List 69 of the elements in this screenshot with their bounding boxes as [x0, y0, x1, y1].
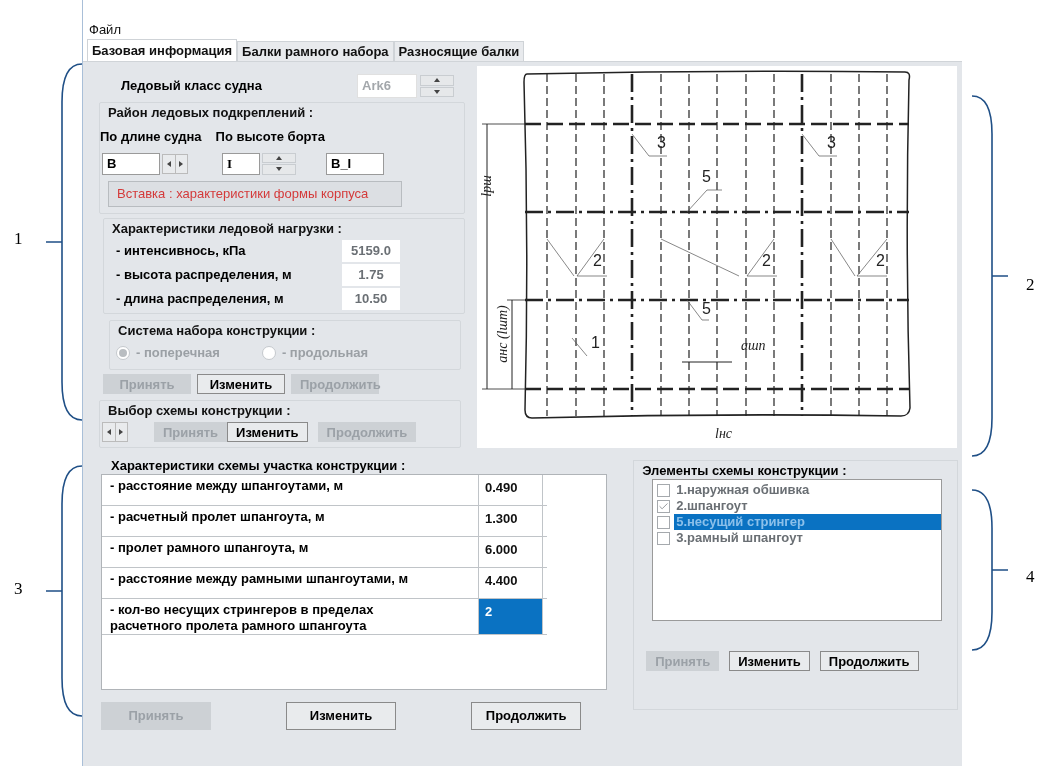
- length-zone-field[interactable]: B: [102, 152, 160, 175]
- action-button[interactable]: Продолжить: [819, 651, 919, 671]
- zone-result-field[interactable]: B_I: [326, 152, 384, 175]
- down-arrow-icon: [276, 167, 282, 172]
- field-label: По длине судна: [100, 128, 202, 146]
- action-button[interactable]: Изменить: [227, 421, 308, 442]
- diagram-label: 5: [702, 168, 711, 185]
- left-arrow-icon: [166, 160, 171, 167]
- parameter-value[interactable]: 2: [479, 599, 543, 634]
- section-title: Характеристики схемы участка конструкции :: [110, 457, 407, 474]
- radio-button[interactable]: [116, 345, 130, 360]
- diagram-label: 2: [762, 252, 771, 269]
- load-value-field[interactable]: 5159.0: [342, 239, 400, 262]
- load-label: - высота распределения, м: [116, 265, 293, 284]
- callout-number: 4: [1026, 566, 1035, 588]
- load-label: - интенсивнось, кПа: [116, 241, 247, 260]
- diagram-label: 1: [591, 334, 600, 351]
- action-button[interactable]: Изменить: [729, 651, 810, 671]
- group-title: Район ледовых подкреплений :: [107, 104, 315, 122]
- radio-label: - поперечная: [136, 343, 220, 362]
- action-button[interactable]: Изменить: [197, 373, 285, 394]
- up-arrow-icon: [276, 155, 282, 160]
- callout-number: 3: [14, 578, 23, 600]
- height-zone-field[interactable]: I: [222, 152, 260, 175]
- checkbox[interactable]: [657, 531, 671, 545]
- field-label: Ледовый класс судна: [121, 77, 263, 96]
- diagram-label: lрш: [479, 175, 494, 197]
- left-arrow-icon: [106, 428, 111, 435]
- callout-number: 2: [1026, 274, 1035, 296]
- radio-label: - продольная: [281, 343, 369, 362]
- checkbox[interactable]: [657, 499, 671, 513]
- diagram-label: aнс (lшт): [495, 305, 510, 363]
- diagram-label: 3: [657, 134, 666, 151]
- tab[interactable]: Базовая информация: [87, 39, 238, 61]
- right-arrow-icon: [119, 428, 124, 435]
- menu-item[interactable]: Файл: [89, 20, 121, 40]
- diagram-label: 2: [593, 252, 602, 269]
- right-arrow-icon: [179, 160, 184, 167]
- notice-label: Вставка : характеристики формы корпуса: [108, 180, 402, 207]
- group-title: Выбор схемы конструкции :: [107, 401, 292, 420]
- diagram-label: 3: [827, 134, 836, 151]
- list-item[interactable]: 1.наружная обшивка: [674, 482, 810, 498]
- horizontal-spinner[interactable]: [162, 153, 188, 174]
- tab[interactable]: Балки рамного набора: [237, 41, 394, 61]
- radio-button[interactable]: [261, 345, 276, 360]
- vertical-spinner[interactable]: [420, 75, 454, 97]
- down-arrow-icon: [434, 89, 440, 94]
- group-title: Система набора конструкции :: [117, 321, 317, 340]
- action-button[interactable]: Продолжить: [471, 702, 582, 730]
- group-title: Элементы схемы конструкции :: [641, 462, 848, 479]
- list-item[interactable]: 2.шпангоут: [674, 498, 748, 514]
- checkbox[interactable]: [657, 515, 671, 529]
- load-value-field[interactable]: 10.50: [342, 287, 400, 310]
- diagram-label: 2: [876, 252, 885, 269]
- diagram-label: lнс: [715, 426, 733, 441]
- checkbox[interactable]: [657, 483, 671, 497]
- load-label: - длина распределения, м: [116, 289, 285, 308]
- diagram-label: 5: [702, 300, 711, 317]
- field-label: По высоте борта: [215, 128, 325, 146]
- action-button[interactable]: Изменить: [286, 702, 397, 730]
- up-arrow-icon: [434, 78, 440, 83]
- list-item[interactable]: 3.рамный шпангоут: [674, 530, 803, 546]
- tab[interactable]: Разносящие балки: [393, 41, 525, 61]
- group-title: Характеристики ледовой нагрузки :: [111, 219, 343, 238]
- callout-number: 1: [14, 228, 23, 250]
- vertical-spinner[interactable]: [262, 152, 296, 175]
- load-value-field[interactable]: 1.75: [342, 263, 400, 286]
- horizontal-spinner[interactable]: [102, 421, 128, 442]
- diagram-label: aшп: [741, 338, 766, 353]
